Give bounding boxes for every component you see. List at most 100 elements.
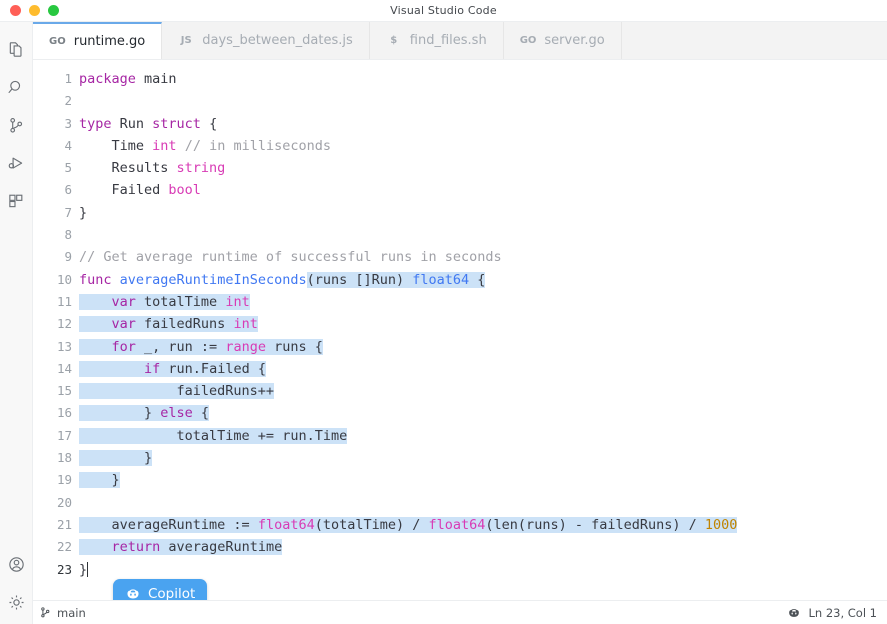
- code-token-selected: (runs []Run): [306, 271, 413, 288]
- line-text: Failed bool: [79, 179, 201, 201]
- code-token-selected: _, run :=: [135, 338, 226, 355]
- line-text: }: [79, 559, 89, 581]
- copilot-button[interactable]: Copilot: [113, 579, 208, 601]
- code-token-selected: else: [160, 405, 193, 422]
- code-line[interactable]: 1 package main: [33, 68, 887, 90]
- sidebar-item-explorer[interactable]: [0, 30, 33, 68]
- line-number: 20: [56, 494, 72, 510]
- sidebar-item-source-control[interactable]: [0, 106, 33, 144]
- status-branch[interactable]: main: [33, 606, 86, 620]
- code-line[interactable]: 20: [33, 492, 887, 514]
- code-line[interactable]: 17 totalTime += run.Time: [33, 425, 887, 447]
- code-line[interactable]: 3 type Run struct {: [33, 113, 887, 135]
- code-token-selected: 1000: [704, 516, 738, 533]
- code-token-selected: [79, 293, 112, 310]
- code-line[interactable]: 4 Time int // in milliseconds: [33, 135, 887, 157]
- code-line[interactable]: 18 }: [33, 447, 887, 469]
- copilot-icon: [787, 606, 801, 620]
- line-number: 5: [64, 160, 72, 176]
- tab-find-files-sh[interactable]: $ find_files.sh: [369, 22, 504, 59]
- code-token: string: [176, 160, 226, 177]
- code-line[interactable]: 2: [33, 90, 887, 112]
- code-line[interactable]: 12 var failedRuns int: [33, 313, 887, 335]
- line-number: 10: [56, 271, 72, 287]
- code-line[interactable]: 19 }: [33, 469, 887, 491]
- code-token-selected: float64: [428, 516, 486, 533]
- code-token-selected: {: [469, 271, 486, 288]
- copilot-icon: [125, 586, 141, 601]
- line-text: Results string: [79, 157, 226, 179]
- code-token-selected: failedRuns++: [79, 383, 275, 400]
- line-text: totalTime += run.Time: [79, 425, 348, 447]
- code-token-selected: var: [111, 293, 136, 310]
- code-line[interactable]: 16 } else {: [33, 402, 887, 424]
- code-content[interactable]: 1 package main 2 3 type Run struct {4 Time i…: [33, 68, 887, 581]
- line-text: }: [79, 447, 153, 469]
- line-number: 21: [56, 516, 72, 532]
- line-text: // Get average runtime of successful run…: [79, 246, 502, 268]
- go-file-icon: GO: [519, 35, 537, 46]
- code-token: Failed: [79, 182, 169, 199]
- sidebar-item-settings[interactable]: [0, 586, 33, 624]
- line-number: 14: [56, 360, 72, 376]
- code-line[interactable]: 10 func averageRuntimeInSeconds(runs []Ru…: [33, 269, 887, 291]
- code-editor[interactable]: 1 package main 2 3 type Run struct {4 Time i…: [33, 60, 887, 600]
- code-line[interactable]: 21 averageRuntime := float64(totalTime) …: [33, 514, 887, 536]
- source-control-icon: [7, 116, 26, 135]
- code-token: {: [200, 115, 218, 132]
- line-number: 19: [56, 472, 72, 488]
- line-text: type Run struct {: [79, 113, 217, 135]
- line-number: 7: [64, 204, 72, 220]
- code-token: bool: [168, 182, 201, 199]
- search-icon: [7, 78, 26, 97]
- code-line[interactable]: 22 return averageRuntime: [33, 536, 887, 558]
- tab-label: server.go: [544, 33, 605, 48]
- extensions-icon: [7, 192, 26, 211]
- sidebar-item-search[interactable]: [0, 68, 33, 106]
- account-icon: [7, 555, 26, 574]
- tab-days-between-dates-js[interactable]: JS days_between_dates.js: [162, 22, 370, 59]
- line-text: }: [79, 469, 120, 491]
- code-token-selected: int: [225, 293, 250, 310]
- code-token-selected: averageRuntime :=: [79, 516, 258, 533]
- run-and-debug-icon: [7, 154, 26, 173]
- line-text: func averageRuntimeInSeconds(runs []Run)…: [79, 269, 486, 291]
- code-token-selected: [79, 338, 112, 355]
- sidebar-item-extensions[interactable]: [0, 182, 33, 220]
- code-line[interactable]: 14 if run.Failed {: [33, 358, 887, 380]
- line-number: 18: [56, 450, 72, 466]
- code-line[interactable]: 8: [33, 224, 887, 246]
- files-icon: [7, 40, 26, 59]
- line-number: 2: [64, 93, 72, 109]
- code-token: // in milliseconds: [184, 137, 331, 154]
- code-line[interactable]: 5 Results string: [33, 157, 887, 179]
- line-number: 9: [64, 249, 72, 265]
- code-token-selected: }: [79, 405, 161, 422]
- activity-bar: [0, 22, 33, 624]
- code-line[interactable]: 9 // Get average runtime of successful ru…: [33, 246, 887, 268]
- line-text: return averageRuntime: [79, 536, 283, 558]
- tab-runtime-go[interactable]: GO runtime.go: [33, 22, 163, 59]
- status-copilot[interactable]: [787, 606, 801, 620]
- code-line[interactable]: 7}: [33, 202, 887, 224]
- code-line[interactable]: 6 Failed bool: [33, 179, 887, 201]
- status-cursor-position[interactable]: Ln 23, Col 1: [808, 606, 877, 620]
- sidebar-item-accounts[interactable]: [0, 548, 33, 586]
- text-cursor: [87, 561, 89, 577]
- code-token: // Get average runtime of successful run…: [79, 249, 502, 266]
- tab-server-go[interactable]: GO server.go: [503, 22, 622, 59]
- line-number: 8: [64, 227, 72, 243]
- line-text: failedRuns++: [79, 380, 275, 402]
- status-bar-right: Ln 23, Col 1: [787, 606, 887, 620]
- code-token-selected: for: [111, 338, 136, 355]
- code-token-selected: if: [144, 360, 161, 377]
- shell-file-icon: $: [390, 35, 398, 46]
- code-line[interactable]: 13 for _, run := range runs {: [33, 336, 887, 358]
- code-line[interactable]: 23}: [33, 559, 887, 581]
- code-line[interactable]: 11 var totalTime int: [33, 291, 887, 313]
- code-line[interactable]: 15 failedRuns++: [33, 380, 887, 402]
- line-text: package main: [79, 68, 177, 90]
- sidebar-item-run-debug[interactable]: [0, 144, 33, 182]
